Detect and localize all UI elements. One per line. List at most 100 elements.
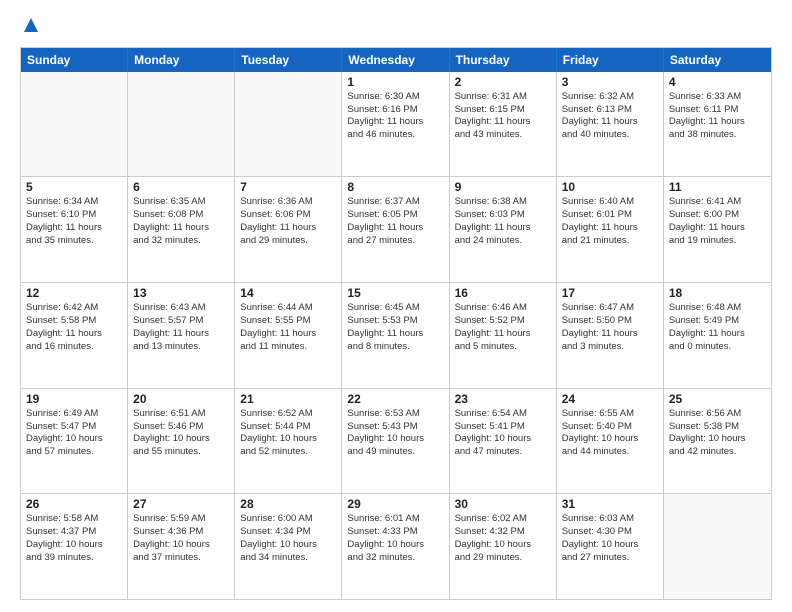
- cell-line: Sunset: 5:52 PM: [455, 315, 551, 328]
- cell-line: Daylight: 11 hours: [133, 328, 229, 341]
- weekday-header: Wednesday: [342, 48, 449, 72]
- calendar-row: 5Sunrise: 6:34 AMSunset: 6:10 PMDaylight…: [21, 176, 771, 282]
- cell-line: Sunrise: 6:38 AM: [455, 196, 551, 209]
- cell-line: and 13 minutes.: [133, 341, 229, 354]
- cell-line: Sunset: 6:10 PM: [26, 209, 122, 222]
- cell-line: Sunset: 5:44 PM: [240, 421, 336, 434]
- cell-line: and 46 minutes.: [347, 129, 443, 142]
- cell-line: Sunrise: 6:03 AM: [562, 513, 658, 526]
- cell-line: Daylight: 10 hours: [133, 539, 229, 552]
- cell-line: Daylight: 10 hours: [669, 433, 766, 446]
- calendar-row: 1 Sunrise: 6:30 AMSunset: 6:16 PM Daylight…: [21, 72, 771, 177]
- cell-line: Sunset: 6:05 PM: [347, 209, 443, 222]
- cell-line: and 29 minutes.: [455, 552, 551, 565]
- cell-line: and 40 minutes.: [562, 129, 658, 142]
- cell-line: Sunrise: 6:32 AM: [562, 91, 658, 104]
- cell-line: Sunrise: 6:42 AM: [26, 302, 122, 315]
- cell-line: Sunrise: 6:37 AM: [347, 196, 443, 209]
- cell-line: Sunset: 5:49 PM: [669, 315, 766, 328]
- day-number: 22: [347, 392, 443, 406]
- day-number: 14: [240, 286, 336, 300]
- cell-line: Sunrise: 6:30 AM: [347, 91, 443, 104]
- cell-line: Sunrise: 6:54 AM: [455, 408, 551, 421]
- day-number: 26: [26, 497, 122, 511]
- cell-line: and 32 minutes.: [347, 552, 443, 565]
- page: SundayMondayTuesdayWednesdayThursdayFrid…: [0, 0, 792, 612]
- calendar: SundayMondayTuesdayWednesdayThursdayFrid…: [20, 47, 772, 600]
- weekday-header: Sunday: [21, 48, 128, 72]
- cell-line: and 0 minutes.: [669, 341, 766, 354]
- cell-line: Sunrise: 6:31 AM: [455, 91, 551, 104]
- day-number: 15: [347, 286, 443, 300]
- cell-line: Sunrise: 6:53 AM: [347, 408, 443, 421]
- cell-line: Sunset: 5:46 PM: [133, 421, 229, 434]
- cell-line: Daylight: 10 hours: [347, 539, 443, 552]
- logo: [20, 16, 40, 39]
- cell-line: Sunrise: 6:44 AM: [240, 302, 336, 315]
- cell-line: Daylight: 11 hours: [240, 222, 336, 235]
- cell-line: and 39 minutes.: [26, 552, 122, 565]
- cell-line: Sunrise: 6:02 AM: [455, 513, 551, 526]
- day-number: 27: [133, 497, 229, 511]
- cell-line: Sunset: 6:01 PM: [562, 209, 658, 222]
- day-number: 1: [347, 75, 443, 89]
- calendar-cell: 3Sunrise: 6:32 AMSunset: 6:13 PMDaylight…: [557, 72, 664, 177]
- cell-line: and 32 minutes.: [133, 235, 229, 248]
- cell-line: Sunset: 6:06 PM: [240, 209, 336, 222]
- weekday-header: Saturday: [664, 48, 771, 72]
- day-number: 28: [240, 497, 336, 511]
- cell-line: and 44 minutes.: [562, 446, 658, 459]
- cell-line: Daylight: 11 hours: [347, 328, 443, 341]
- day-number: 12: [26, 286, 122, 300]
- day-number: 17: [562, 286, 658, 300]
- calendar-cell: 4Sunrise: 6:33 AMSunset: 6:11 PMDaylight…: [664, 72, 771, 177]
- cell-line: Daylight: 11 hours: [133, 222, 229, 235]
- calendar-cell: 14 Sunrise: 6:44 AMSunset: 5:55 PMDayligh…: [235, 283, 342, 388]
- calendar-row: 19Sunrise: 6:49 AMSunset: 5:47 PMDayligh…: [21, 388, 771, 494]
- day-number: 23: [455, 392, 551, 406]
- calendar-cell: 19Sunrise: 6:49 AMSunset: 5:47 PMDayligh…: [21, 389, 128, 494]
- cell-line: Sunset: 5:43 PM: [347, 421, 443, 434]
- cell-line: Daylight: 11 hours: [26, 328, 122, 341]
- cell-line: and 47 minutes.: [455, 446, 551, 459]
- cell-line: Sunset: 5:40 PM: [562, 421, 658, 434]
- cell-line: Sunset: 5:55 PM: [240, 315, 336, 328]
- cell-line: Sunset: 5:53 PM: [347, 315, 443, 328]
- calendar-cell: [128, 72, 235, 177]
- calendar-cell: 21Sunrise: 6:52 AMSunset: 5:44 PMDayligh…: [235, 389, 342, 494]
- cell-line: Daylight: 11 hours: [347, 222, 443, 235]
- calendar-cell: [235, 72, 342, 177]
- cell-line: Sunset: 5:41 PM: [455, 421, 551, 434]
- cell-line: Sunset: 5:57 PM: [133, 315, 229, 328]
- calendar-cell: 13Sunrise: 6:43 AMSunset: 5:57 PMDayligh…: [128, 283, 235, 388]
- cell-line: and 24 minutes.: [455, 235, 551, 248]
- cell-line: and 29 minutes.: [240, 235, 336, 248]
- calendar-cell: 25Sunrise: 6:56 AMSunset: 5:38 PMDayligh…: [664, 389, 771, 494]
- cell-line: Sunrise: 6:55 AM: [562, 408, 658, 421]
- calendar-cell: 15 Sunrise: 6:45 AMSunset: 5:53 PMDayligh…: [342, 283, 449, 388]
- cell-line: Sunset: 6:03 PM: [455, 209, 551, 222]
- calendar-cell: 8Sunrise: 6:37 AMSunset: 6:05 PMDaylight…: [342, 177, 449, 282]
- cell-line: Sunset: 6:16 PM: [347, 104, 443, 117]
- calendar-cell: 7Sunrise: 6:36 AMSunset: 6:06 PMDaylight…: [235, 177, 342, 282]
- cell-line: Daylight: 11 hours: [240, 328, 336, 341]
- cell-line: and 34 minutes.: [240, 552, 336, 565]
- day-number: 18: [669, 286, 766, 300]
- day-number: 30: [455, 497, 551, 511]
- cell-line: Sunset: 6:08 PM: [133, 209, 229, 222]
- cell-line: Sunrise: 6:33 AM: [669, 91, 766, 104]
- cell-line: and 11 minutes.: [240, 341, 336, 354]
- calendar-cell: 20Sunrise: 6:51 AMSunset: 5:46 PMDayligh…: [128, 389, 235, 494]
- cell-line: Sunrise: 5:58 AM: [26, 513, 122, 526]
- weekday-header: Friday: [557, 48, 664, 72]
- day-number: 29: [347, 497, 443, 511]
- cell-line: and 19 minutes.: [669, 235, 766, 248]
- calendar-cell: 10Sunrise: 6:40 AMSunset: 6:01 PMDayligh…: [557, 177, 664, 282]
- day-number: 19: [26, 392, 122, 406]
- day-number: 25: [669, 392, 766, 406]
- cell-line: Sunset: 4:34 PM: [240, 526, 336, 539]
- cell-line: Daylight: 11 hours: [455, 116, 551, 129]
- day-number: 13: [133, 286, 229, 300]
- cell-line: Sunset: 4:33 PM: [347, 526, 443, 539]
- cell-line: Sunrise: 6:45 AM: [347, 302, 443, 315]
